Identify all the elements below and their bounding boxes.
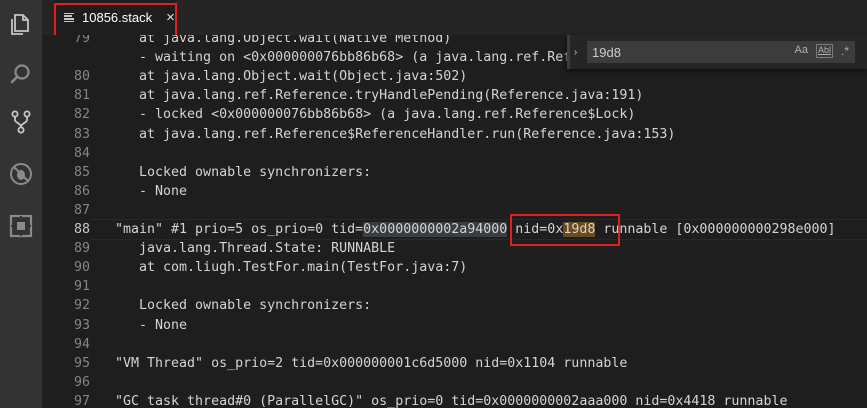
- line-text: - None: [115, 317, 188, 333]
- line-number: 86: [73, 183, 90, 199]
- code-line: 83 at java.lang.ref.Reference$ReferenceH…: [42, 125, 867, 144]
- line-number: 79: [73, 35, 90, 46]
- line-number: 80: [73, 69, 90, 85]
- activity-bar: [0, 0, 42, 408]
- code-segment: nid=0x: [507, 222, 564, 237]
- line-number: 96: [73, 374, 90, 390]
- tab-filename: 10856.stack: [82, 10, 153, 25]
- line-number: 83: [73, 126, 90, 142]
- code-line: 95 "VM Thread" os_prio=2 tid=0x000000001c…: [42, 354, 867, 373]
- file-lines-icon: [64, 12, 74, 23]
- code-line: 93 - None: [42, 316, 867, 335]
- code-line: 97 "GC task thread#0 (ParallelGC)" os_pri…: [42, 392, 867, 408]
- line-text: at java.lang.Object.wait(Native Method): [115, 35, 452, 46]
- line-text: at java.lang.Object.wait(Object.java:502…: [115, 69, 468, 85]
- tab-bar: 10856.stack ×: [42, 0, 867, 35]
- line-text: "main" #1 prio=5 os_prio=0 tid=0x0000000…: [115, 220, 836, 239]
- line-number: 97: [73, 393, 90, 408]
- code-line: 82 - locked <0x000000076bb86b68> (a java…: [42, 105, 867, 124]
- regex-toggle[interactable]: .*: [839, 44, 851, 58]
- line-number: 91: [73, 279, 90, 295]
- line-text: Locked ownable synchronizers:: [115, 298, 372, 314]
- find-widget: › Aa Abl .*: [567, 35, 867, 69]
- line-text: - None: [115, 183, 188, 199]
- code-line: 89 java.lang.Thread.State: RUNNABLE: [42, 239, 867, 258]
- line-number: 92: [73, 298, 90, 314]
- code-line: 87: [42, 201, 867, 220]
- line-number: 93: [73, 317, 90, 333]
- code-line: 85 Locked ownable synchronizers:: [42, 163, 867, 182]
- whole-word-toggle[interactable]: Abl: [815, 44, 833, 58]
- line-number: 84: [73, 145, 90, 161]
- code-line: 86 - None: [42, 182, 867, 201]
- code-line: 81 at java.lang.ref.Reference.tryHandleP…: [42, 86, 867, 105]
- code-line: 90 at com.liugh.TestFor.main(TestFor.jav…: [42, 258, 867, 277]
- code-line: 91: [42, 277, 867, 296]
- code-segment: "main" #1 prio=5 os_prio=0 tid=: [115, 222, 364, 237]
- line-text: java.lang.Thread.State: RUNNABLE: [115, 241, 396, 257]
- line-text: "GC task thread#0 (ParallelGC)" os_prio=…: [115, 393, 788, 408]
- selected-text: 0x0000000002a94000: [363, 222, 508, 237]
- line-text: "VM Thread" os_prio=2 tid=0x000000001c6d…: [115, 355, 628, 371]
- search-icon[interactable]: [7, 60, 35, 88]
- line-number: 94: [73, 336, 90, 352]
- match-case-toggle[interactable]: Aa: [793, 44, 810, 58]
- chevron-right-icon[interactable]: ›: [567, 35, 581, 69]
- code-line: 92 Locked ownable synchronizers:: [42, 296, 867, 315]
- line-number: 85: [73, 164, 90, 180]
- line-number: 82: [73, 107, 90, 123]
- line-number: 81: [73, 88, 90, 104]
- code-line: 88 "main" #1 prio=5 os_prio=0 tid=0x00000…: [42, 220, 867, 239]
- code-editor[interactable]: 79 at java.lang.Object.wait(Native Metho…: [42, 35, 867, 408]
- line-text: Locked ownable synchronizers:: [115, 164, 372, 180]
- code-line: 94: [42, 335, 867, 354]
- line-number: 87: [73, 202, 90, 218]
- line-number: 90: [73, 260, 90, 276]
- extensions-icon[interactable]: [7, 212, 35, 240]
- line-number: 88: [73, 222, 90, 237]
- line-text: - locked <0x000000076bb86b68> (a java.la…: [115, 107, 636, 123]
- find-match: 19d8: [563, 222, 596, 237]
- editor-tab[interactable]: 10856.stack ×: [54, 0, 176, 35]
- line-number: 89: [73, 241, 90, 257]
- code-line: 80 at java.lang.Object.wait(Object.java:…: [42, 67, 867, 86]
- debug-icon[interactable]: [7, 160, 35, 188]
- code-segment: runnable [0x000000000298e000]: [595, 222, 836, 237]
- find-options: Aa Abl .*: [793, 44, 852, 58]
- code-line: 84: [42, 144, 867, 163]
- line-text: at com.liugh.TestFor.main(TestFor.java:7…: [115, 260, 468, 276]
- files-icon[interactable]: [7, 10, 35, 38]
- line-number: 95: [73, 355, 90, 371]
- close-icon[interactable]: ×: [166, 10, 175, 25]
- code-line: 96: [42, 373, 867, 392]
- line-text: at java.lang.ref.Reference$ReferenceHand…: [115, 126, 676, 142]
- source-control-icon[interactable]: [7, 108, 35, 136]
- line-text: at java.lang.ref.Reference.tryHandlePend…: [115, 88, 644, 104]
